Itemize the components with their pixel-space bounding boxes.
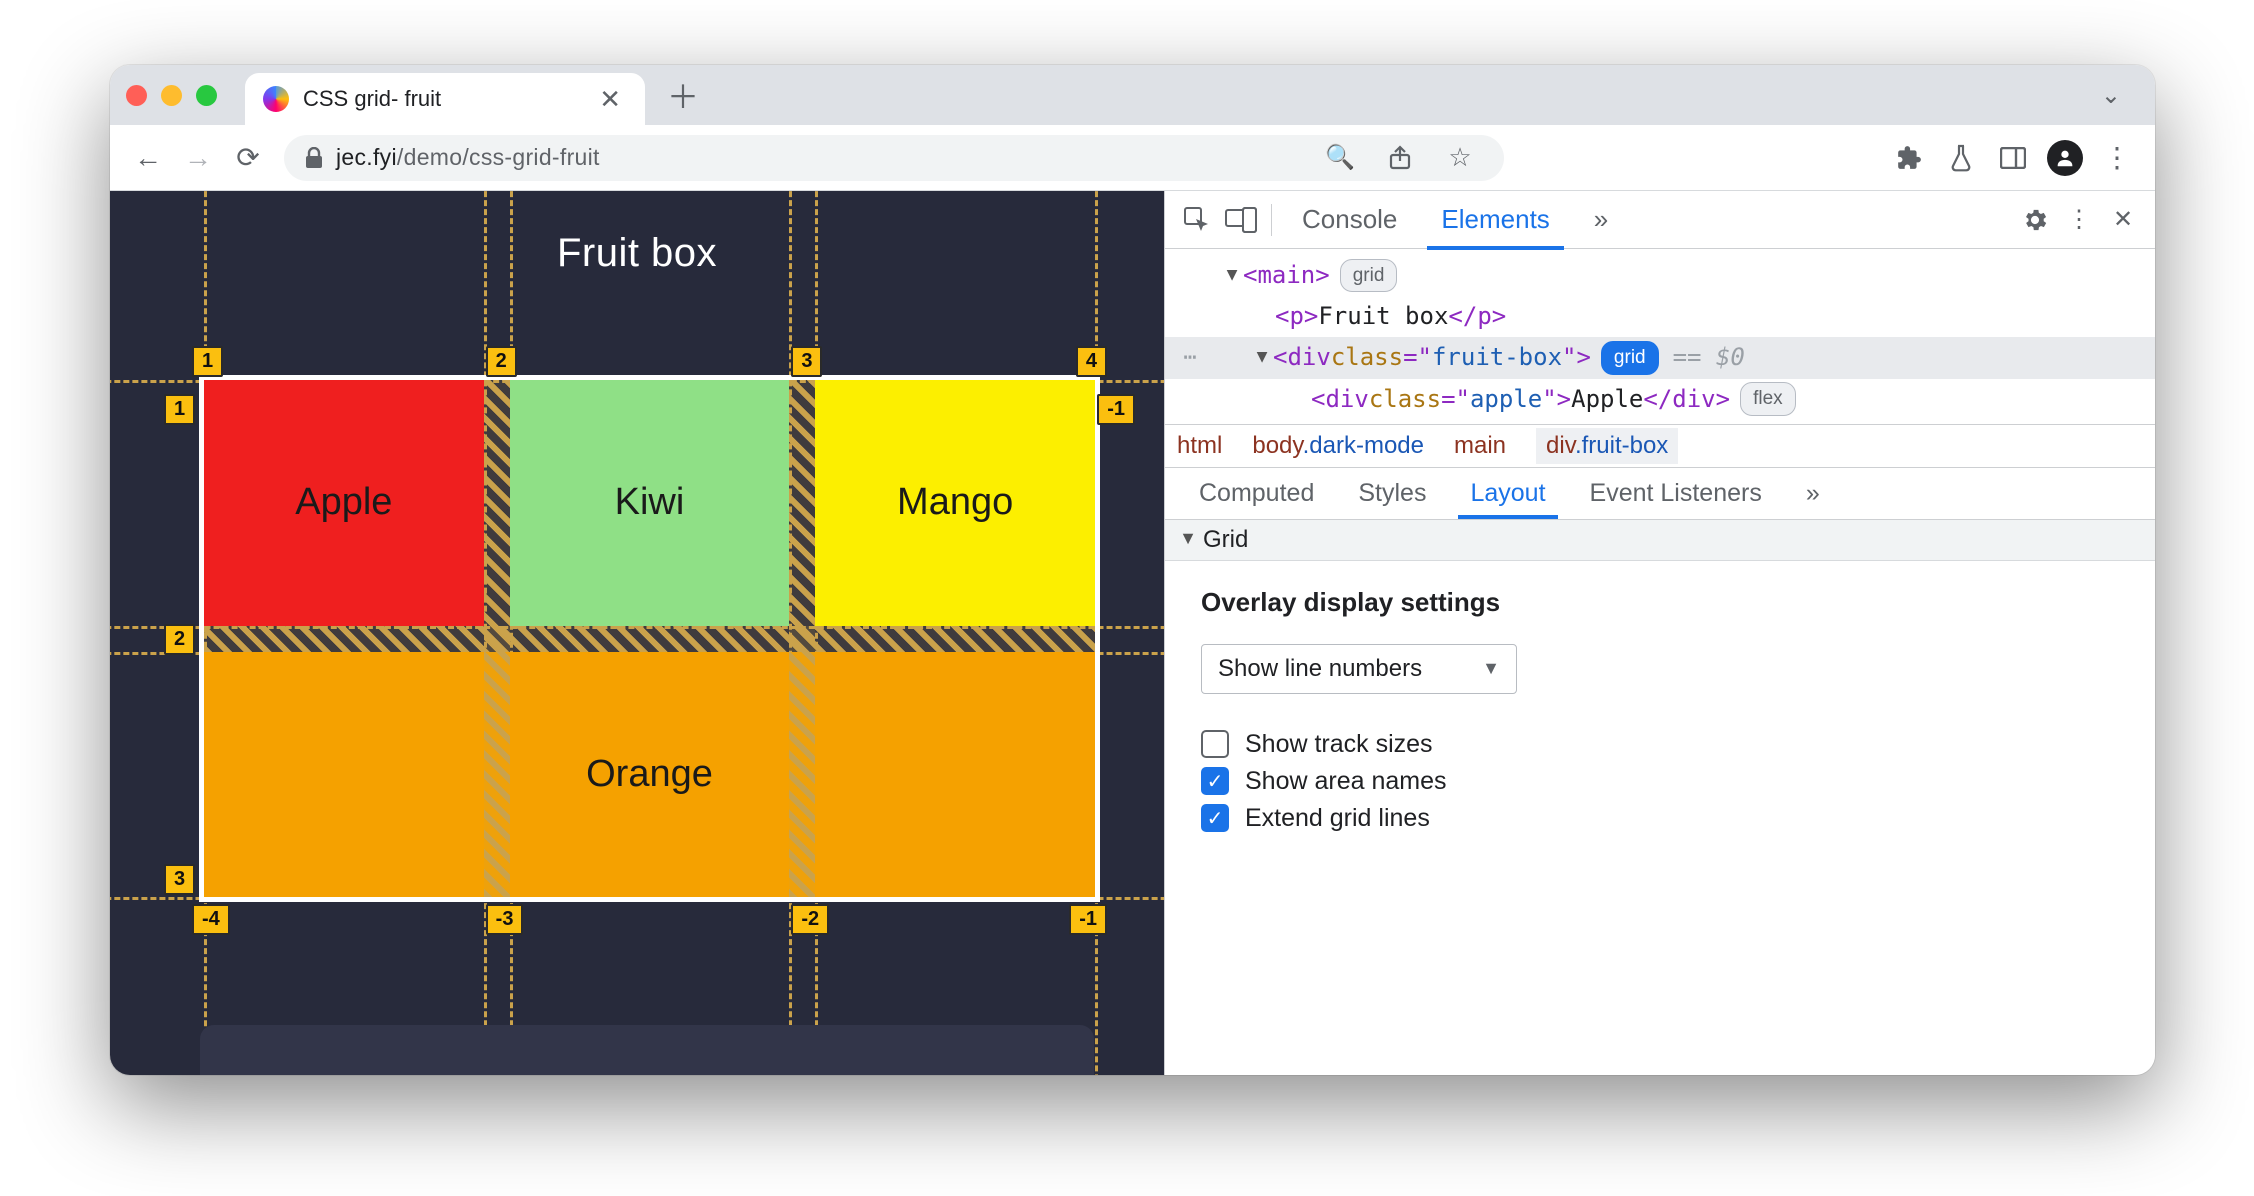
settings-icon[interactable] <box>2013 198 2057 242</box>
back-button[interactable]: ← <box>124 134 172 182</box>
address-bar[interactable]: jec.fyi/demo/css-grid-fruit 🔍 ☆ <box>284 135 1504 181</box>
line-number-chip: 3 <box>791 346 822 377</box>
share-icon[interactable] <box>1376 134 1424 182</box>
line-number-chip: -4 <box>192 904 230 935</box>
extensions-button[interactable] <box>1885 134 1933 182</box>
line-number-chip: -2 <box>791 904 829 935</box>
forward-button[interactable]: → <box>174 134 222 182</box>
line-number-chip: 1 <box>192 346 223 377</box>
profile-button[interactable] <box>2041 134 2089 182</box>
line-numbers-select[interactable]: Show line numbers▼ <box>1201 644 1517 694</box>
tab-title: CSS grid- fruit <box>303 86 579 112</box>
content-area: Fruit box Apple Kiwi Mango Orange <box>110 191 2155 1075</box>
dom-row-main[interactable]: ▼<main>grid <box>1165 255 2155 296</box>
grid-section-header[interactable]: ▼Grid <box>1165 520 2155 561</box>
subtab-computed[interactable]: Computed <box>1177 469 1336 518</box>
bookmark-star-icon[interactable]: ☆ <box>1436 134 1484 182</box>
cell-apple: Apple <box>204 380 484 626</box>
tab-console[interactable]: Console <box>1280 190 1419 249</box>
option-track-sizes[interactable]: Show track sizes <box>1201 730 2119 759</box>
more-tabs-button[interactable]: » <box>1572 190 1630 249</box>
dom-row-apple[interactable]: <div class="apple">Apple</div>flex <box>1165 379 2155 420</box>
crumb-main[interactable]: main <box>1454 432 1506 460</box>
overlay-settings-title: Overlay display settings <box>1201 587 2119 618</box>
grid-badge[interactable]: grid <box>1340 259 1398 292</box>
grid-gap <box>204 626 1095 652</box>
window-controls <box>126 85 217 106</box>
cell-mango: Mango <box>815 380 1095 626</box>
more-subtabs-button[interactable]: » <box>1784 469 1842 518</box>
cell-kiwi: Kiwi <box>510 380 790 626</box>
toolbar: ← → ⟳ jec.fyi/demo/css-grid-fruit 🔍 ☆ <box>110 125 2155 191</box>
next-card-peek <box>200 1025 1094 1075</box>
devtools-tabs: Console Elements » ⋮ ✕ <box>1165 191 2155 249</box>
subtab-event-listeners[interactable]: Event Listeners <box>1568 469 1784 518</box>
line-number-chip: 2 <box>164 624 195 655</box>
line-number-chip: -1 <box>1069 904 1107 935</box>
line-number-chip: 4 <box>1076 346 1107 377</box>
flex-badge[interactable]: flex <box>1740 382 1796 415</box>
close-devtools-button[interactable]: ✕ <box>2101 198 2145 242</box>
rendered-page: Fruit box Apple Kiwi Mango Orange <box>110 191 1164 1075</box>
checkbox-unchecked[interactable] <box>1201 730 1229 758</box>
browser-tab[interactable]: CSS grid- fruit ✕ <box>245 73 645 125</box>
subtab-styles[interactable]: Styles <box>1336 469 1448 518</box>
page-title: Fruit box <box>110 231 1164 276</box>
grid-line <box>110 897 1164 900</box>
cell-orange: Orange <box>204 652 1095 898</box>
devtools-panel: Console Elements » ⋮ ✕ ▼<main>grid <p>Fr… <box>1164 191 2155 1075</box>
avatar-icon <box>2047 140 2083 176</box>
fullscreen-window-button[interactable] <box>196 85 217 106</box>
chevron-down-icon: ▼ <box>1482 658 1500 679</box>
line-number-chip: -3 <box>486 904 524 935</box>
side-panel-button[interactable] <box>1989 134 2037 182</box>
crumb-html[interactable]: html <box>1177 432 1222 460</box>
grid-panel: Overlay display settings Show line numbe… <box>1165 561 2155 867</box>
zoom-icon[interactable]: 🔍 <box>1316 134 1364 182</box>
grid-badge-active[interactable]: grid <box>1601 341 1659 374</box>
lock-icon <box>304 147 324 169</box>
option-area-names[interactable]: ✓ Show area names <box>1201 767 2119 796</box>
inspect-element-icon[interactable] <box>1175 198 1219 242</box>
close-tab-button[interactable]: ✕ <box>593 82 627 117</box>
styles-subtabs: Computed Styles Layout Event Listeners » <box>1165 468 2155 520</box>
checkbox-checked[interactable]: ✓ <box>1201 767 1229 795</box>
dom-row-fruit-box[interactable]: ⋯▼<div class="fruit-box">grid== $0 <box>1165 337 2155 378</box>
reload-button[interactable]: ⟳ <box>224 134 272 182</box>
device-mode-icon[interactable] <box>1219 198 1263 242</box>
breadcrumb: html body.dark-mode main div.fruit-box <box>1165 424 2155 468</box>
grid-line <box>1095 191 1098 1075</box>
devtools-menu-button[interactable]: ⋮ <box>2057 198 2101 242</box>
url-text: jec.fyi/demo/css-grid-fruit <box>336 144 600 171</box>
labs-button[interactable] <box>1937 134 1985 182</box>
grid-overlay-stage: Apple Kiwi Mango Orange 1 2 3 4 1 2 3 <box>170 346 1129 931</box>
line-number-chip: -1 <box>1097 394 1135 425</box>
browser-menu-button[interactable]: ⋮ <box>2093 134 2141 182</box>
minimize-window-button[interactable] <box>161 85 182 106</box>
line-number-chip: 2 <box>486 346 517 377</box>
subtab-layout[interactable]: Layout <box>1448 469 1567 518</box>
line-number-chip: 3 <box>164 864 195 895</box>
crumb-fruit-box[interactable]: div.fruit-box <box>1536 428 1678 464</box>
new-tab-button[interactable]: ＋ <box>655 66 711 124</box>
browser-window: CSS grid- fruit ✕ ＋ ⌄ ← → ⟳ jec.fyi/demo… <box>110 65 2155 1075</box>
checkbox-checked[interactable]: ✓ <box>1201 804 1229 832</box>
favicon-icon <box>263 86 289 112</box>
tabs-menu-button[interactable]: ⌄ <box>2083 81 2139 110</box>
dom-row-p[interactable]: <p>Fruit box</p> <box>1165 296 2155 337</box>
dom-tree[interactable]: ▼<main>grid <p>Fruit box</p> ⋯▼<div clas… <box>1165 249 2155 424</box>
crumb-body[interactable]: body.dark-mode <box>1252 432 1424 460</box>
line-number-chip: 1 <box>164 394 195 425</box>
close-window-button[interactable] <box>126 85 147 106</box>
option-extend-lines[interactable]: ✓ Extend grid lines <box>1201 804 2119 833</box>
tab-elements[interactable]: Elements <box>1419 190 1571 249</box>
tab-strip: CSS grid- fruit ✕ ＋ ⌄ <box>110 65 2155 125</box>
